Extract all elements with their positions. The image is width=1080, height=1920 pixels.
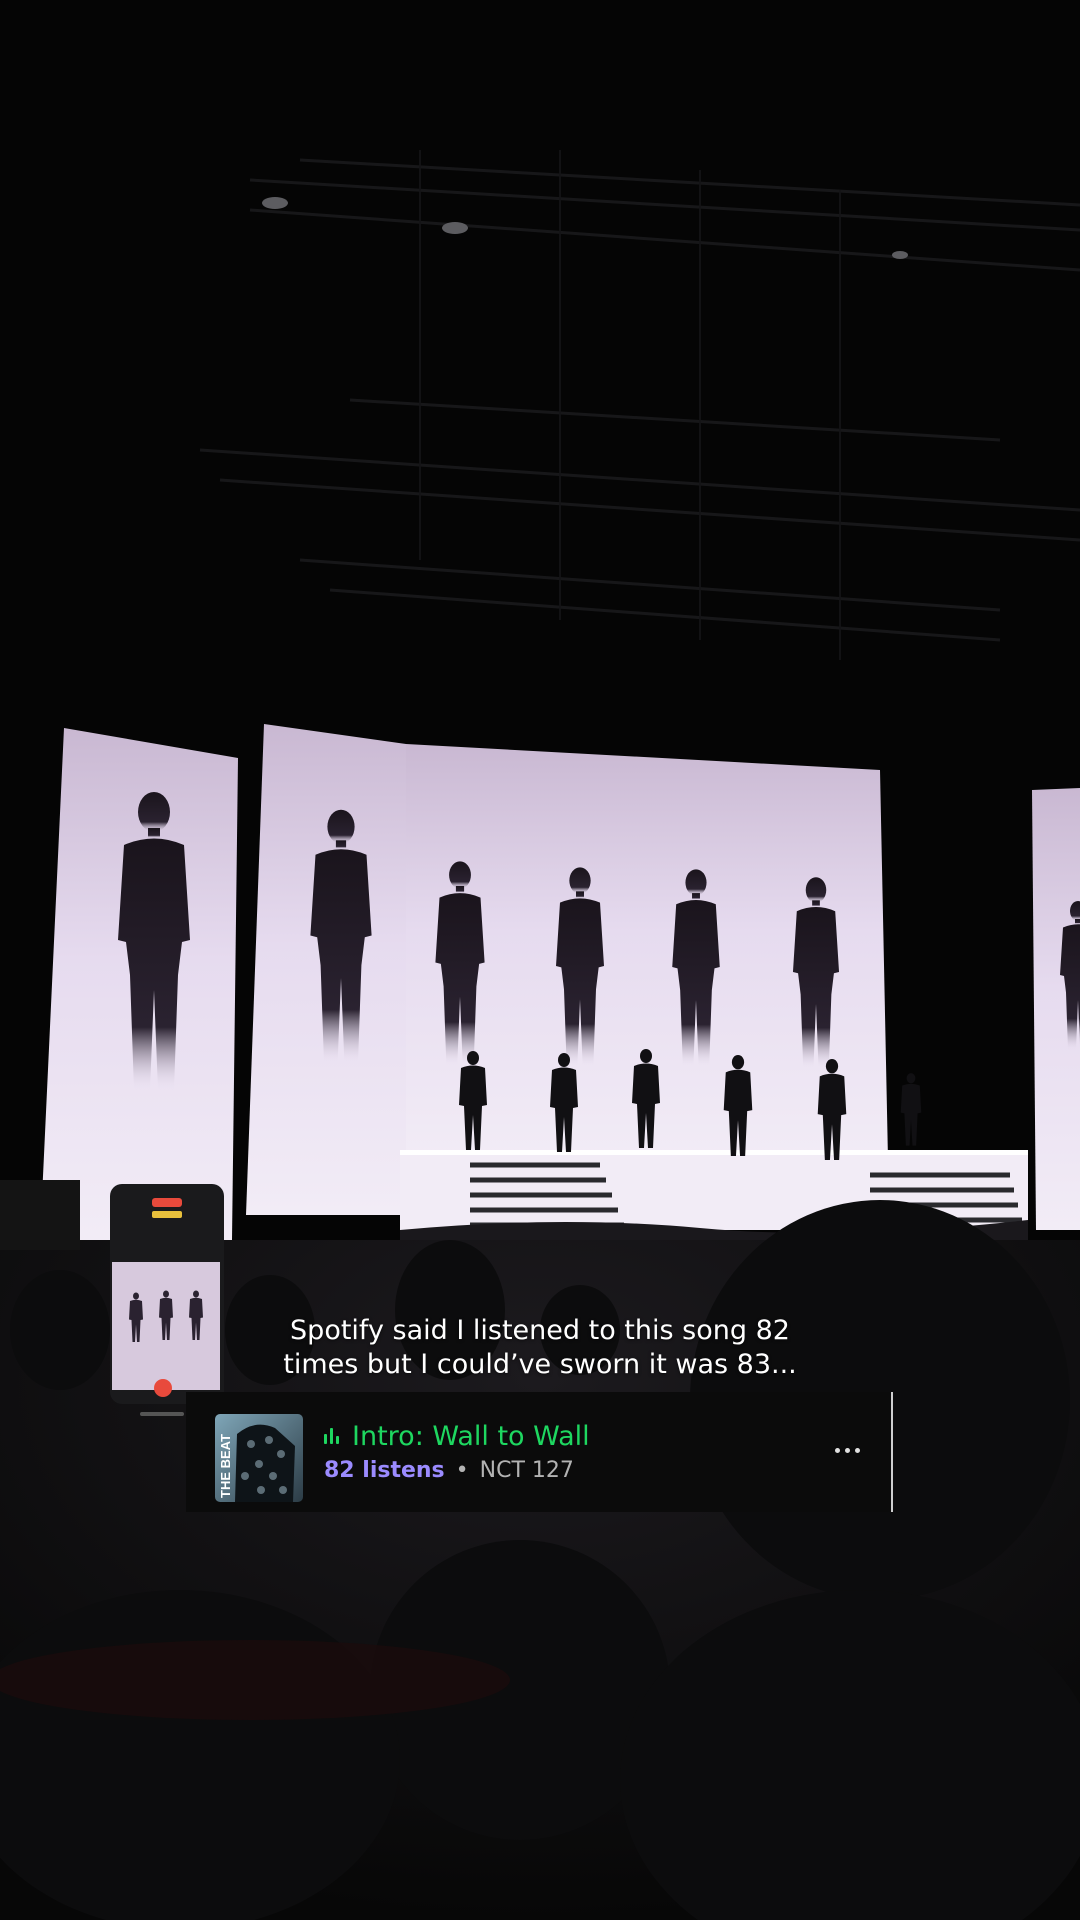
artist-name[interactable]: NCT 127 — [480, 1458, 574, 1483]
phone-in-crowd — [110, 1184, 224, 1416]
listen-count: 82 listens — [324, 1458, 445, 1483]
meta-separator: • — [455, 1458, 469, 1483]
concert-background-photo — [0, 0, 1080, 1920]
track-meta: 82 listens • NCT 127 — [324, 1458, 804, 1483]
video-caption: Spotify said I listened to this song 82 … — [240, 1314, 840, 1382]
spotify-track-card[interactable]: THE BEAT Intro: Wall to Wall 82 listens … — [186, 1392, 893, 1512]
track-title-row: Intro: Wall to Wall — [324, 1418, 804, 1454]
equalizer-icon — [324, 1428, 344, 1444]
more-horizontal-icon — [834, 1447, 840, 1453]
caption-line-2: times but I could’ve sworn it was 83... — [283, 1349, 797, 1380]
track-title[interactable]: Intro: Wall to Wall — [352, 1421, 590, 1452]
more-options-button[interactable] — [829, 1432, 865, 1468]
caption-line-1: Spotify said I listened to this song 82 — [290, 1315, 790, 1346]
album-cover-text: THE BEAT — [218, 1434, 233, 1498]
track-info: Intro: Wall to Wall 82 listens • NCT 127 — [324, 1418, 804, 1483]
album-cover: THE BEAT — [215, 1414, 303, 1502]
